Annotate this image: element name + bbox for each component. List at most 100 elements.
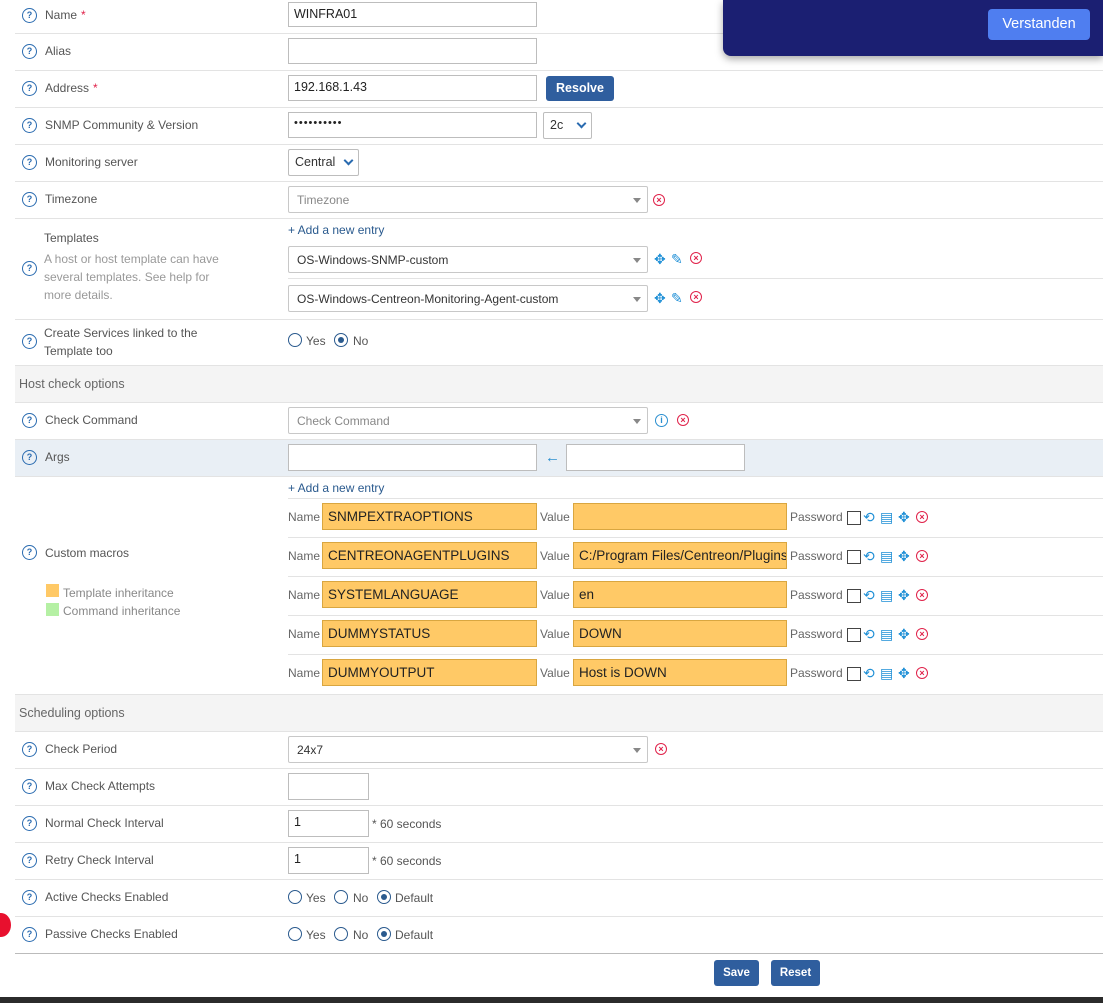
delete-icon[interactable]: ×: [916, 628, 928, 640]
help-icon[interactable]: ?: [22, 779, 37, 794]
help-icon[interactable]: ?: [22, 261, 37, 276]
passive-checks-default-label: Default: [395, 928, 434, 942]
macro-name-input[interactable]: SYSTEMLANGUAGE: [322, 581, 537, 608]
help-icon[interactable]: ?: [22, 816, 37, 831]
passive-checks-yes-radio[interactable]: [288, 927, 302, 941]
template-select-2[interactable]: OS-Windows-Centreon-Monitoring-Agent-cus…: [288, 285, 648, 312]
move-arrows-icon[interactable]: ✥: [898, 588, 910, 602]
move-arrows-icon[interactable]: ✥: [898, 666, 910, 680]
active-checks-yes-radio[interactable]: [288, 890, 302, 904]
macro-password-checkbox[interactable]: [847, 511, 861, 525]
macro-name-input[interactable]: DUMMYOUTPUT: [322, 659, 537, 686]
help-icon[interactable]: ?: [22, 8, 37, 23]
timezone-select[interactable]: Timezone: [288, 186, 648, 213]
macro-name-input[interactable]: DUMMYSTATUS: [322, 620, 537, 647]
help-icon[interactable]: ?: [22, 413, 37, 428]
macro-value-label: Value: [540, 549, 570, 563]
help-icon[interactable]: ?: [22, 927, 37, 942]
undo-icon[interactable]: ⟲: [863, 549, 875, 563]
delete-icon[interactable]: ×: [690, 291, 702, 303]
macro-value-input[interactable]: Host is DOWN: [573, 659, 787, 686]
delete-icon[interactable]: ×: [916, 550, 928, 562]
notes-icon[interactable]: ▤: [880, 666, 893, 680]
macro-password-checkbox[interactable]: [847, 628, 861, 642]
macro-value-input[interactable]: C:/Program Files/Centreon/Plugins: [573, 542, 787, 569]
macro-name-input[interactable]: CENTREONAGENTPLUGINS: [322, 542, 537, 569]
args-input-left[interactable]: [288, 444, 537, 471]
help-icon[interactable]: ?: [22, 853, 37, 868]
create-services-no-label: No: [353, 334, 369, 348]
args-label: Args: [45, 450, 70, 464]
check-command-select[interactable]: Check Command: [288, 407, 648, 434]
resolve-button[interactable]: Resolve: [546, 76, 614, 101]
help-icon[interactable]: ?: [22, 118, 37, 133]
notification-dot[interactable]: [0, 913, 11, 937]
help-icon[interactable]: ?: [22, 545, 37, 560]
move-arrows-icon[interactable]: ✥: [654, 291, 666, 305]
delete-icon[interactable]: ×: [677, 414, 689, 426]
undo-icon[interactable]: ⟲: [863, 627, 875, 641]
notes-icon[interactable]: ▤: [880, 627, 893, 641]
passive-checks-no-radio[interactable]: [334, 927, 348, 941]
delete-icon[interactable]: ×: [916, 511, 928, 523]
move-arrows-icon[interactable]: ✥: [654, 252, 666, 266]
info-icon[interactable]: i: [655, 414, 668, 427]
delete-icon[interactable]: ×: [916, 589, 928, 601]
delete-icon[interactable]: ×: [653, 194, 665, 206]
macro-value-input[interactable]: DOWN: [573, 620, 787, 647]
move-arrows-icon[interactable]: ✥: [898, 627, 910, 641]
macro-password-checkbox[interactable]: [847, 550, 861, 564]
macro-name-input[interactable]: SNMPEXTRAOPTIONS: [322, 503, 537, 530]
undo-icon[interactable]: ⟲: [863, 588, 875, 602]
pencil-icon[interactable]: ✎: [671, 291, 683, 305]
help-icon[interactable]: ?: [22, 44, 37, 59]
delete-icon[interactable]: ×: [655, 743, 667, 755]
undo-icon[interactable]: ⟲: [863, 666, 875, 680]
retry-check-interval-input[interactable]: 1: [288, 847, 369, 874]
help-icon[interactable]: ?: [22, 890, 37, 905]
notes-icon[interactable]: ▤: [880, 549, 893, 563]
snmp-community-input[interactable]: ••••••••••: [288, 112, 537, 138]
template-select-1[interactable]: OS-Windows-SNMP-custom: [288, 246, 648, 273]
help-icon[interactable]: ?: [22, 334, 37, 349]
help-icon[interactable]: ?: [22, 742, 37, 757]
save-button[interactable]: Save: [714, 960, 759, 986]
help-icon[interactable]: ?: [22, 450, 37, 465]
macro-value-input[interactable]: [573, 503, 787, 530]
alias-input[interactable]: [288, 38, 537, 64]
move-arrows-icon[interactable]: ✥: [898, 549, 910, 563]
create-services-no-radio[interactable]: [334, 333, 348, 347]
add-template-link[interactable]: + Add a new entry: [288, 223, 384, 237]
delete-icon[interactable]: ×: [690, 252, 702, 264]
macro-password-checkbox[interactable]: [847, 667, 861, 681]
check-period-select[interactable]: 24x7: [288, 736, 648, 763]
active-checks-no-radio[interactable]: [334, 890, 348, 904]
delete-icon[interactable]: ×: [916, 667, 928, 679]
help-icon[interactable]: ?: [22, 81, 37, 96]
arrow-left-icon[interactable]: ←: [545, 449, 560, 466]
passive-checks-default-radio[interactable]: [377, 927, 391, 941]
macro-value-input[interactable]: en: [573, 581, 787, 608]
active-checks-default-radio[interactable]: [377, 890, 391, 904]
snmp-version-select[interactable]: 2c: [543, 112, 592, 139]
max-check-attempts-input[interactable]: [288, 773, 369, 800]
move-arrows-icon[interactable]: ✥: [898, 510, 910, 524]
args-input-right[interactable]: [566, 444, 745, 471]
understood-button[interactable]: Verstanden: [988, 9, 1090, 40]
address-input[interactable]: 192.168.1.43: [288, 75, 537, 101]
help-icon[interactable]: ?: [22, 192, 37, 207]
add-macro-link[interactable]: + Add a new entry: [288, 481, 384, 495]
normal-check-interval-input[interactable]: 1: [288, 810, 369, 837]
reset-button[interactable]: Reset: [771, 960, 820, 986]
pencil-icon[interactable]: ✎: [671, 252, 683, 266]
help-icon[interactable]: ?: [22, 155, 37, 170]
create-services-yes-label: Yes: [306, 334, 326, 348]
row-monitoring-server: ? Monitoring server Central: [15, 145, 1103, 182]
name-input[interactable]: WINFRA01: [288, 2, 537, 27]
undo-icon[interactable]: ⟲: [863, 510, 875, 524]
create-services-yes-radio[interactable]: [288, 333, 302, 347]
macro-password-checkbox[interactable]: [847, 589, 861, 603]
monitoring-server-select[interactable]: Central: [288, 149, 359, 176]
notes-icon[interactable]: ▤: [880, 588, 893, 602]
notes-icon[interactable]: ▤: [880, 510, 893, 524]
